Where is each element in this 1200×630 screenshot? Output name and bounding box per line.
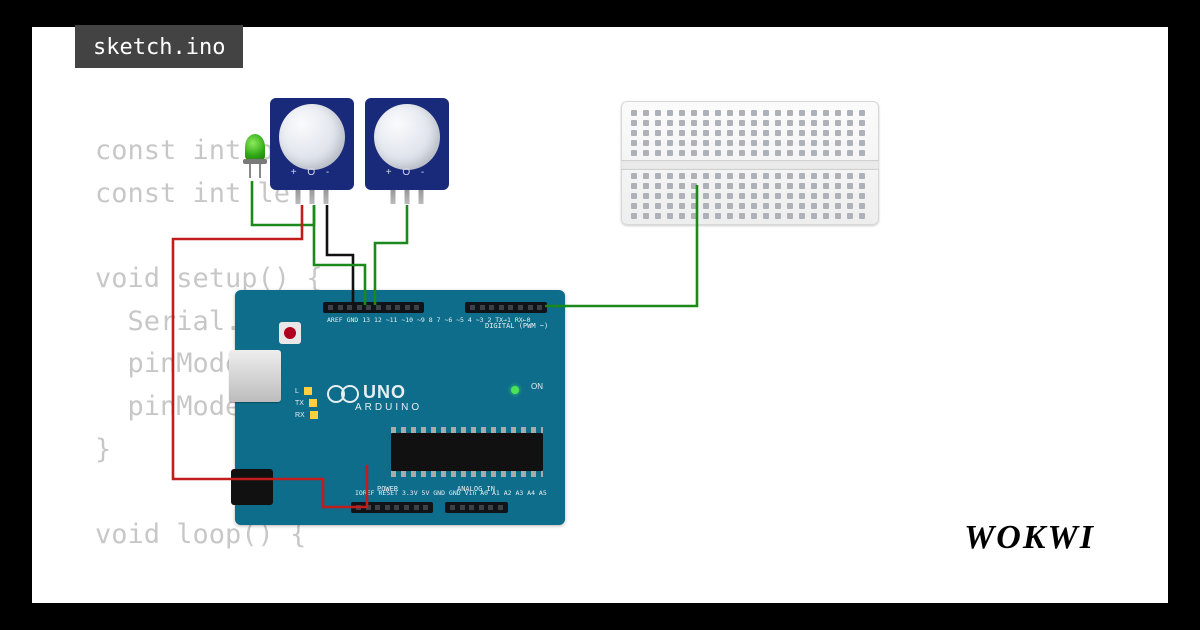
wire-green-pir2-d12	[375, 205, 407, 305]
preview-card: const int pi const int le void setup() {…	[65, 65, 1135, 575]
wire-black-pir1-gnd	[327, 205, 353, 305]
file-tab-label: sketch.ino	[93, 35, 225, 60]
circuit-scene[interactable]: + O - + O - AREF GND 13 12 ~11 ~10 ~9 8 …	[65, 65, 1135, 575]
wire-green-tx-to-breadboard	[545, 185, 697, 306]
file-tab[interactable]: sketch.ino	[75, 25, 243, 68]
wire-red-pir1-5v	[173, 205, 367, 507]
wires-layer	[65, 65, 1135, 575]
wire-green-led-to-pir	[252, 181, 314, 225]
